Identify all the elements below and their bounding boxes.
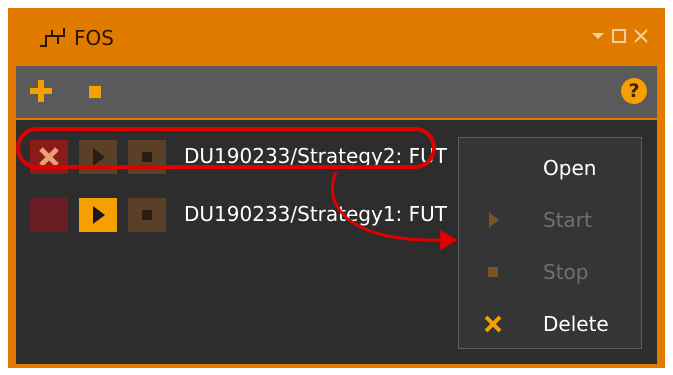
stop-icon xyxy=(488,267,498,277)
menu-label: Delete xyxy=(543,312,609,336)
menu-label: Start xyxy=(543,208,592,232)
menu-item-open[interactable]: Open xyxy=(459,142,643,194)
context-menu: Open Start Stop Delete xyxy=(458,137,642,349)
menu-label: Stop xyxy=(543,260,589,284)
menu-item-start[interactable]: Start xyxy=(459,194,643,246)
delete-icon xyxy=(484,315,502,333)
play-icon xyxy=(489,212,499,228)
menu-item-delete[interactable]: Delete xyxy=(459,298,643,350)
menu-label: Open xyxy=(543,156,597,180)
menu-item-stop[interactable]: Stop xyxy=(459,246,643,298)
